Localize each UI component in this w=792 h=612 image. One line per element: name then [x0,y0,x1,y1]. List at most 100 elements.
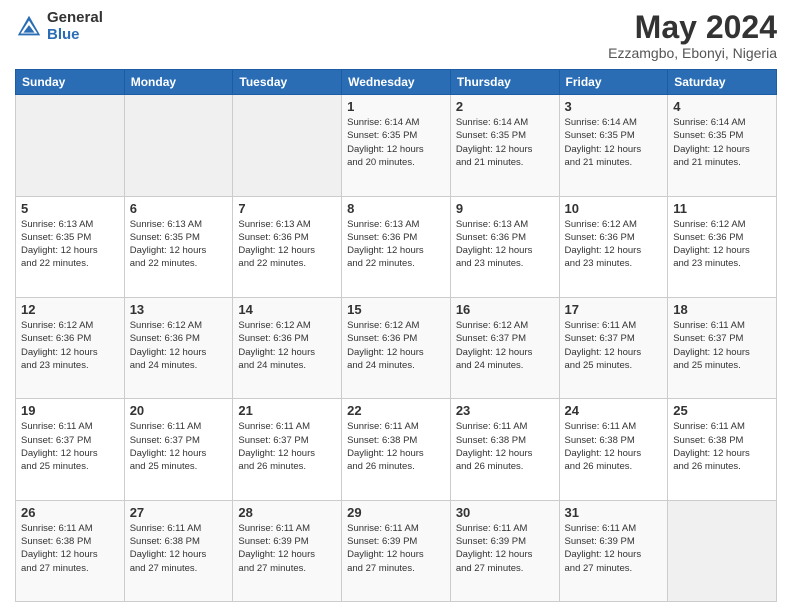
day-info: Sunrise: 6:11 AM Sunset: 6:37 PM Dayligh… [565,319,663,372]
calendar-cell: 5 Sunrise: 6:13 AM Sunset: 6:35 PM Daylig… [16,196,125,297]
day-number: 4 [673,99,771,114]
week-row-3: 12 Sunrise: 6:12 AM Sunset: 6:36 PM Dayli… [16,297,777,398]
day-number: 25 [673,403,771,418]
calendar-cell: 8Sunrise: 6:13 AM Sunset: 6:36 PM Daylig… [342,196,451,297]
calendar-cell: 18 Sunrise: 6:11 AM Sunset: 6:37 PM Dayli… [668,297,777,398]
day-number: 2 [456,99,554,114]
day-info: Sunrise: 6:11 AM Sunset: 6:37 PM Dayligh… [238,420,336,473]
day-number: 17 [565,302,663,317]
calendar-cell: 30 Sunrise: 6:11 AM Sunset: 6:39 PM Dayli… [450,500,559,601]
day-number: 8 [347,201,445,216]
day-info: Sunrise: 6:14 AM Sunset: 6:35 PM Dayligh… [456,116,554,169]
calendar-cell: 12 Sunrise: 6:12 AM Sunset: 6:36 PM Dayli… [16,297,125,398]
day-info: Sunrise: 6:11 AM Sunset: 6:39 PM Dayligh… [456,522,554,575]
day-number: 13 [130,302,228,317]
day-info: Sunrise: 6:13 AM Sunset: 6:35 PM Dayligh… [21,218,119,271]
week-row-4: 19 Sunrise: 6:11 AM Sunset: 6:37 PM Dayli… [16,399,777,500]
day-info: Sunrise: 6:11 AM Sunset: 6:38 PM Dayligh… [347,420,445,473]
day-info: Sunrise: 6:14 AM Sunset: 6:35 PM Dayligh… [565,116,663,169]
day-info: Sunrise: 6:11 AM Sunset: 6:39 PM Dayligh… [347,522,445,575]
calendar-cell: 10 Sunrise: 6:12 AM Sunset: 6:36 PM Dayli… [559,196,668,297]
calendar-cell: 16Sunrise: 6:12 AM Sunset: 6:37 PM Dayli… [450,297,559,398]
week-row-1: 1 Sunrise: 6:14 AM Sunset: 6:35 PM Daylig… [16,95,777,196]
day-info: Sunrise: 6:12 AM Sunset: 6:36 PM Dayligh… [673,218,771,271]
calendar-cell [668,500,777,601]
calendar-cell: 3 Sunrise: 6:14 AM Sunset: 6:35 PM Daylig… [559,95,668,196]
title-block: May 2024 Ezzamgbo, Ebonyi, Nigeria [608,10,777,61]
day-info: Sunrise: 6:11 AM Sunset: 6:37 PM Dayligh… [21,420,119,473]
calendar-cell: 31Sunrise: 6:11 AM Sunset: 6:39 PM Dayli… [559,500,668,601]
calendar-table: SundayMondayTuesdayWednesdayThursdayFrid… [15,69,777,602]
day-number: 21 [238,403,336,418]
day-number: 14 [238,302,336,317]
calendar-cell: 17 Sunrise: 6:11 AM Sunset: 6:37 PM Dayli… [559,297,668,398]
day-info: Sunrise: 6:12 AM Sunset: 6:36 PM Dayligh… [130,319,228,372]
day-number: 11 [673,201,771,216]
calendar-cell: 14Sunrise: 6:12 AM Sunset: 6:36 PM Dayli… [233,297,342,398]
day-info: Sunrise: 6:11 AM Sunset: 6:38 PM Dayligh… [565,420,663,473]
day-info: Sunrise: 6:12 AM Sunset: 6:36 PM Dayligh… [565,218,663,271]
day-number: 9 [456,201,554,216]
day-number: 27 [130,505,228,520]
day-info: Sunrise: 6:13 AM Sunset: 6:35 PM Dayligh… [130,218,228,271]
day-info: Sunrise: 6:11 AM Sunset: 6:38 PM Dayligh… [673,420,771,473]
location: Ezzamgbo, Ebonyi, Nigeria [608,45,777,61]
day-number: 10 [565,201,663,216]
calendar-cell: 29 Sunrise: 6:11 AM Sunset: 6:39 PM Dayli… [342,500,451,601]
day-number: 12 [21,302,119,317]
day-info: Sunrise: 6:13 AM Sunset: 6:36 PM Dayligh… [238,218,336,271]
day-number: 24 [565,403,663,418]
day-number: 22 [347,403,445,418]
day-info: Sunrise: 6:11 AM Sunset: 6:37 PM Dayligh… [673,319,771,372]
header-row: SundayMondayTuesdayWednesdayThursdayFrid… [16,70,777,95]
calendar-cell: 28 Sunrise: 6:11 AM Sunset: 6:39 PM Dayli… [233,500,342,601]
header-day-monday: Monday [124,70,233,95]
calendar-cell: 6 Sunrise: 6:13 AM Sunset: 6:35 PM Daylig… [124,196,233,297]
header-day-tuesday: Tuesday [233,70,342,95]
calendar-cell: 4Sunrise: 6:14 AM Sunset: 6:35 PM Daylig… [668,95,777,196]
header-day-thursday: Thursday [450,70,559,95]
day-number: 16 [456,302,554,317]
day-info: Sunrise: 6:14 AM Sunset: 6:35 PM Dayligh… [347,116,445,169]
day-info: Sunrise: 6:11 AM Sunset: 6:37 PM Dayligh… [130,420,228,473]
day-number: 18 [673,302,771,317]
day-info: Sunrise: 6:11 AM Sunset: 6:38 PM Dayligh… [21,522,119,575]
calendar-cell: 27 Sunrise: 6:11 AM Sunset: 6:38 PM Dayli… [124,500,233,601]
header-day-sunday: Sunday [16,70,125,95]
day-info: Sunrise: 6:11 AM Sunset: 6:39 PM Dayligh… [565,522,663,575]
calendar-cell: 13 Sunrise: 6:12 AM Sunset: 6:36 PM Dayli… [124,297,233,398]
calendar-cell: 21 Sunrise: 6:11 AM Sunset: 6:37 PM Dayli… [233,399,342,500]
day-number: 23 [456,403,554,418]
calendar-cell: 7 Sunrise: 6:13 AM Sunset: 6:36 PM Daylig… [233,196,342,297]
day-number: 30 [456,505,554,520]
day-number: 6 [130,201,228,216]
day-number: 28 [238,505,336,520]
header: General Blue May 2024 Ezzamgbo, Ebonyi, … [15,10,777,61]
day-number: 1 [347,99,445,114]
calendar-cell: 25 Sunrise: 6:11 AM Sunset: 6:38 PM Dayli… [668,399,777,500]
day-info: Sunrise: 6:12 AM Sunset: 6:36 PM Dayligh… [21,319,119,372]
day-info: Sunrise: 6:11 AM Sunset: 6:39 PM Dayligh… [238,522,336,575]
day-number: 26 [21,505,119,520]
logo: General Blue [15,10,103,43]
calendar-cell [16,95,125,196]
calendar-container: General Blue May 2024 Ezzamgbo, Ebonyi, … [0,0,792,612]
calendar-cell [233,95,342,196]
calendar-cell: 26 Sunrise: 6:11 AM Sunset: 6:38 PM Dayli… [16,500,125,601]
calendar-cell: 11 Sunrise: 6:12 AM Sunset: 6:36 PM Dayli… [668,196,777,297]
logo-blue-text: Blue [47,27,103,44]
header-day-friday: Friday [559,70,668,95]
week-row-2: 5 Sunrise: 6:13 AM Sunset: 6:35 PM Daylig… [16,196,777,297]
day-number: 5 [21,201,119,216]
day-info: Sunrise: 6:12 AM Sunset: 6:36 PM Dayligh… [347,319,445,372]
week-row-5: 26 Sunrise: 6:11 AM Sunset: 6:38 PM Dayli… [16,500,777,601]
day-info: Sunrise: 6:11 AM Sunset: 6:38 PM Dayligh… [130,522,228,575]
day-number: 7 [238,201,336,216]
day-info: Sunrise: 6:13 AM Sunset: 6:36 PM Dayligh… [456,218,554,271]
month-title: May 2024 [608,10,777,45]
day-number: 3 [565,99,663,114]
header-day-saturday: Saturday [668,70,777,95]
day-number: 19 [21,403,119,418]
day-number: 29 [347,505,445,520]
calendar-cell: 15Sunrise: 6:12 AM Sunset: 6:36 PM Dayli… [342,297,451,398]
